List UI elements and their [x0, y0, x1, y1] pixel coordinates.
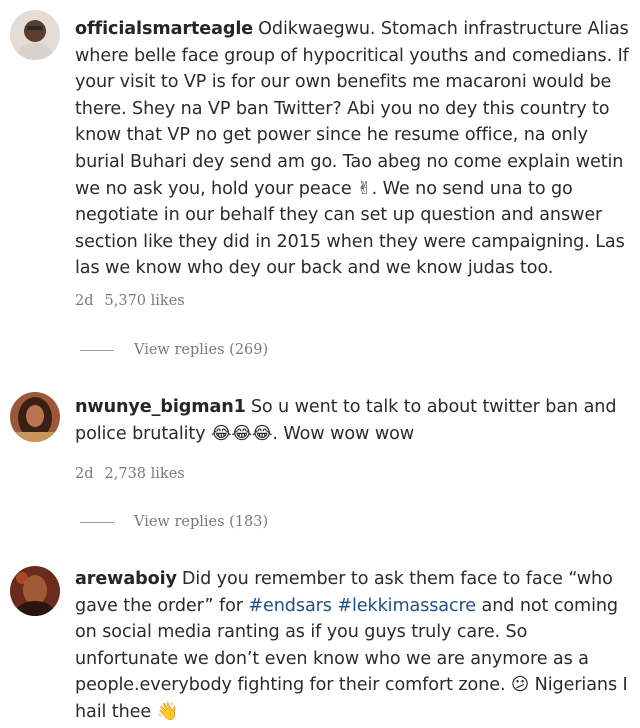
view-replies-label[interactable]: View replies (183)	[134, 514, 268, 530]
likes-count[interactable]: 5,370 likes	[105, 293, 185, 309]
comment-age: 2d	[75, 293, 94, 309]
avatar[interactable]	[10, 566, 60, 616]
user-avatar-photo-icon	[10, 392, 60, 442]
user-avatar-photo-icon	[10, 10, 60, 60]
comment-meta: 2d 5,370 likes	[75, 293, 185, 309]
view-replies-link[interactable]: View replies (269)	[80, 342, 268, 358]
comment-meta: 2d 2,738 likes	[75, 466, 185, 482]
hashtag-link[interactable]: #lekkimassacre	[337, 596, 476, 616]
comment-text-block: nwunye_bigman1 So u went to talk to about…	[75, 394, 635, 447]
user-avatar-photo-icon	[10, 566, 60, 616]
replies-divider	[80, 349, 114, 351]
comment-username[interactable]: arewaboiy	[75, 569, 177, 589]
comment-text: Odikwaegwu. Stomach infrastructure Alias…	[75, 19, 629, 279]
hashtag-link[interactable]: #endsars	[248, 596, 332, 616]
comment-username[interactable]: nwunye_bigman1	[75, 397, 246, 417]
comment-text-block: arewaboiy Did you remember to ask them fa…	[75, 566, 635, 726]
comment-username[interactable]: officialsmarteagle	[75, 19, 253, 39]
comment-text-block: officialsmarteagle Odikwaegwu. Stomach in…	[75, 16, 635, 282]
avatar[interactable]	[10, 392, 60, 442]
avatar[interactable]	[10, 10, 60, 60]
replies-divider	[80, 521, 114, 523]
likes-count[interactable]: 2,738 likes	[105, 466, 185, 482]
view-replies-link[interactable]: View replies (183)	[80, 514, 268, 530]
comment-age: 2d	[75, 466, 94, 482]
view-replies-label[interactable]: View replies (269)	[134, 342, 268, 358]
